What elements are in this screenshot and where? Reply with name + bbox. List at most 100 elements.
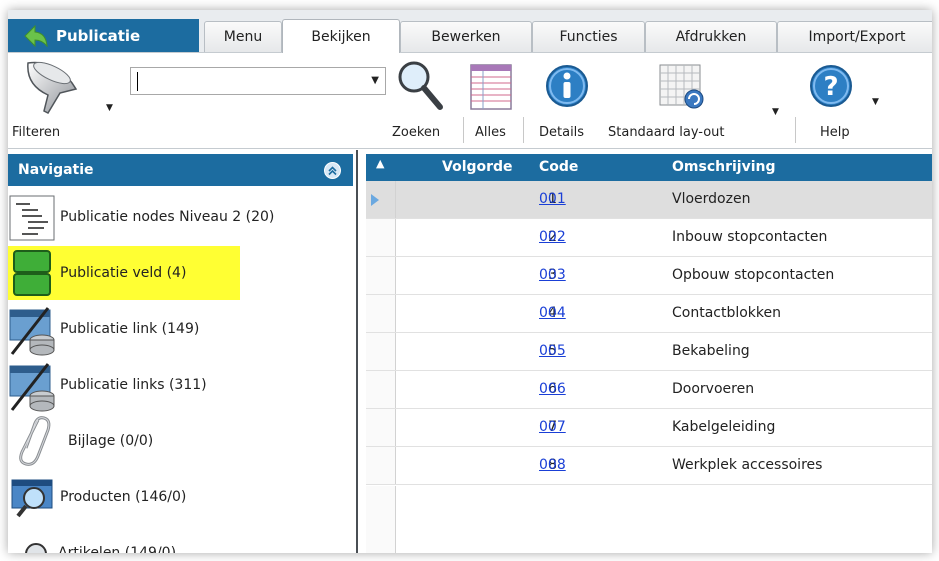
table-row[interactable]: 3 003 Opbouw stopcontacten (366, 257, 932, 295)
tab-functies[interactable]: Functies (532, 21, 645, 52)
current-row-arrow-icon (371, 194, 379, 206)
search-button[interactable] (394, 57, 446, 117)
help-icon: ? (810, 65, 852, 107)
navigation-title: Navigatie (18, 162, 94, 178)
grid-header-row: ▲ Volgorde Code Omschrijving (366, 154, 932, 181)
nav-item-label: Publicatie links (311) (60, 377, 207, 393)
help-dropdown-caret[interactable]: ▼ (872, 97, 879, 107)
row-indicator[interactable] (366, 371, 396, 408)
app-title: Publicatie (56, 26, 141, 45)
toolbar-divider (523, 117, 524, 143)
filter-label: Filteren (12, 125, 61, 140)
sort-ascending-icon[interactable]: ▲ (376, 157, 384, 170)
app-menu-button[interactable]: Publicatie (8, 19, 199, 52)
info-icon (546, 65, 588, 107)
row-indicator[interactable] (366, 333, 396, 370)
cell-omschrijving: Doorvoeren (672, 381, 755, 397)
nav-item-publicatie-links[interactable]: Publicatie links (311) (8, 358, 353, 412)
nav-item-label: Publicatie veld (4) (60, 265, 187, 281)
column-header-omschrijving[interactable]: Omschrijving (672, 159, 776, 175)
back-arrow-icon (22, 24, 50, 48)
filter-dropdown-caret[interactable]: ▼ (106, 103, 113, 113)
text-cursor (137, 72, 138, 91)
collapse-icon[interactable] (324, 162, 341, 179)
chevron-down-icon[interactable]: ▼ (371, 75, 379, 86)
row-indicator[interactable] (366, 295, 396, 332)
cell-code-link[interactable]: 001 (539, 191, 566, 207)
default-layout-label: Standaard lay-out (608, 125, 725, 140)
all-button[interactable] (469, 63, 513, 113)
magnifier-icon (398, 61, 443, 110)
grid-empty-area (366, 486, 396, 553)
toolbar-divider (795, 117, 796, 143)
link-db-icon (8, 302, 58, 356)
application-window: Publicatie Menu Bekijken Bewerken Functi… (8, 10, 932, 553)
details-button[interactable] (544, 63, 590, 113)
nav-item-label: Bijlage (0/0) (68, 433, 154, 449)
paperclip-icon (8, 414, 58, 468)
table-row[interactable]: 5 005 Bekabeling (366, 333, 932, 371)
layout-dropdown-caret[interactable]: ▼ (772, 107, 779, 117)
nav-item-label: Artikelen (149/0) (58, 545, 177, 553)
data-grid: ▲ Volgorde Code Omschrijving 1 001 Vloer… (366, 150, 932, 553)
nav-item-publicatie-nodes[interactable]: Publicatie nodes Niveau 2 (20) (8, 190, 353, 244)
row-indicator[interactable] (366, 447, 396, 484)
cell-code-link[interactable]: 008 (539, 457, 566, 473)
tab-import-export[interactable]: Import/Export (777, 21, 932, 52)
help-button[interactable]: ? ▼ (808, 63, 880, 113)
navigation-panel: Navigatie Publicatie nodes Niveau 2 (20) (8, 150, 358, 553)
tab-bewerken[interactable]: Bewerken (400, 21, 532, 52)
column-header-volgorde[interactable]: Volgorde (442, 159, 513, 175)
row-indicator[interactable] (366, 219, 396, 256)
nav-item-label: Publicatie nodes Niveau 2 (20) (60, 209, 275, 225)
toolbar-divider (463, 117, 464, 143)
cell-code-link[interactable]: 007 (539, 419, 566, 435)
navigation-header: Navigatie (8, 154, 353, 186)
layout-grid-icon (659, 64, 704, 109)
nav-item-publicatie-veld[interactable]: Publicatie veld (4) (8, 246, 240, 300)
nav-item-label: Publicatie link (149) (60, 321, 200, 337)
row-indicator[interactable] (366, 181, 396, 218)
cell-omschrijving: Inbouw stopcontacten (672, 229, 828, 245)
cell-code-link[interactable]: 005 (539, 343, 566, 359)
table-row[interactable]: 7 007 Kabelgeleiding (366, 409, 932, 447)
default-layout-button[interactable]: ▼ (658, 63, 779, 117)
search-input[interactable]: ▼ (130, 67, 386, 95)
cell-omschrijving: Werkplek accessoires (672, 457, 823, 473)
tab-afdrukken[interactable]: Afdrukken (645, 21, 777, 52)
products-icon (8, 470, 58, 524)
nav-item-publicatie-link[interactable]: Publicatie link (149) (8, 302, 353, 356)
search-label: Zoeken (392, 125, 441, 140)
table-row[interactable]: 4 004 Contactblokken (366, 295, 932, 333)
table-row[interactable]: 1 001 Vloerdozen (366, 181, 932, 219)
tab-bekijken[interactable]: Bekijken (282, 19, 400, 53)
cell-code-link[interactable]: 003 (539, 267, 566, 283)
row-indicator[interactable] (366, 409, 396, 446)
svg-text:?: ? (823, 72, 838, 102)
cell-omschrijving: Vloerdozen (672, 191, 751, 207)
column-header-code[interactable]: Code (539, 159, 578, 175)
tab-menu[interactable]: Menu (204, 21, 282, 52)
row-indicator[interactable] (366, 257, 396, 294)
cell-code-link[interactable]: 004 (539, 305, 566, 321)
filter-button[interactable]: ▼ (18, 59, 118, 119)
ribbon-toolbar: ▼ Filteren ▼ Zoeken Alles Details ▼ Stan… (8, 52, 932, 149)
table-row[interactable]: 2 002 Inbouw stopcontacten (366, 219, 932, 257)
nav-item-producten[interactable]: Producten (146/0) (8, 470, 353, 524)
all-label: Alles (475, 125, 506, 140)
cell-omschrijving: Kabelgeleiding (672, 419, 776, 435)
funnel-icon (27, 61, 78, 114)
articles-icon (8, 526, 58, 553)
nav-item-label: Producten (146/0) (60, 489, 187, 505)
cell-code-link[interactable]: 002 (539, 229, 566, 245)
nav-item-bijlage[interactable]: Bijlage (0/0) (8, 414, 353, 468)
cell-code-link[interactable]: 006 (539, 381, 566, 397)
cell-omschrijving: Opbouw stopcontacten (672, 267, 835, 283)
cell-omschrijving: Bekabeling (672, 343, 750, 359)
details-label: Details (539, 125, 585, 140)
table-list-icon (470, 64, 512, 110)
tree-icon (8, 190, 58, 244)
table-row[interactable]: 6 006 Doorvoeren (366, 371, 932, 409)
nav-item-artikelen[interactable]: Artikelen (149/0) (8, 526, 353, 553)
table-row[interactable]: 8 008 Werkplek accessoires (366, 447, 932, 485)
